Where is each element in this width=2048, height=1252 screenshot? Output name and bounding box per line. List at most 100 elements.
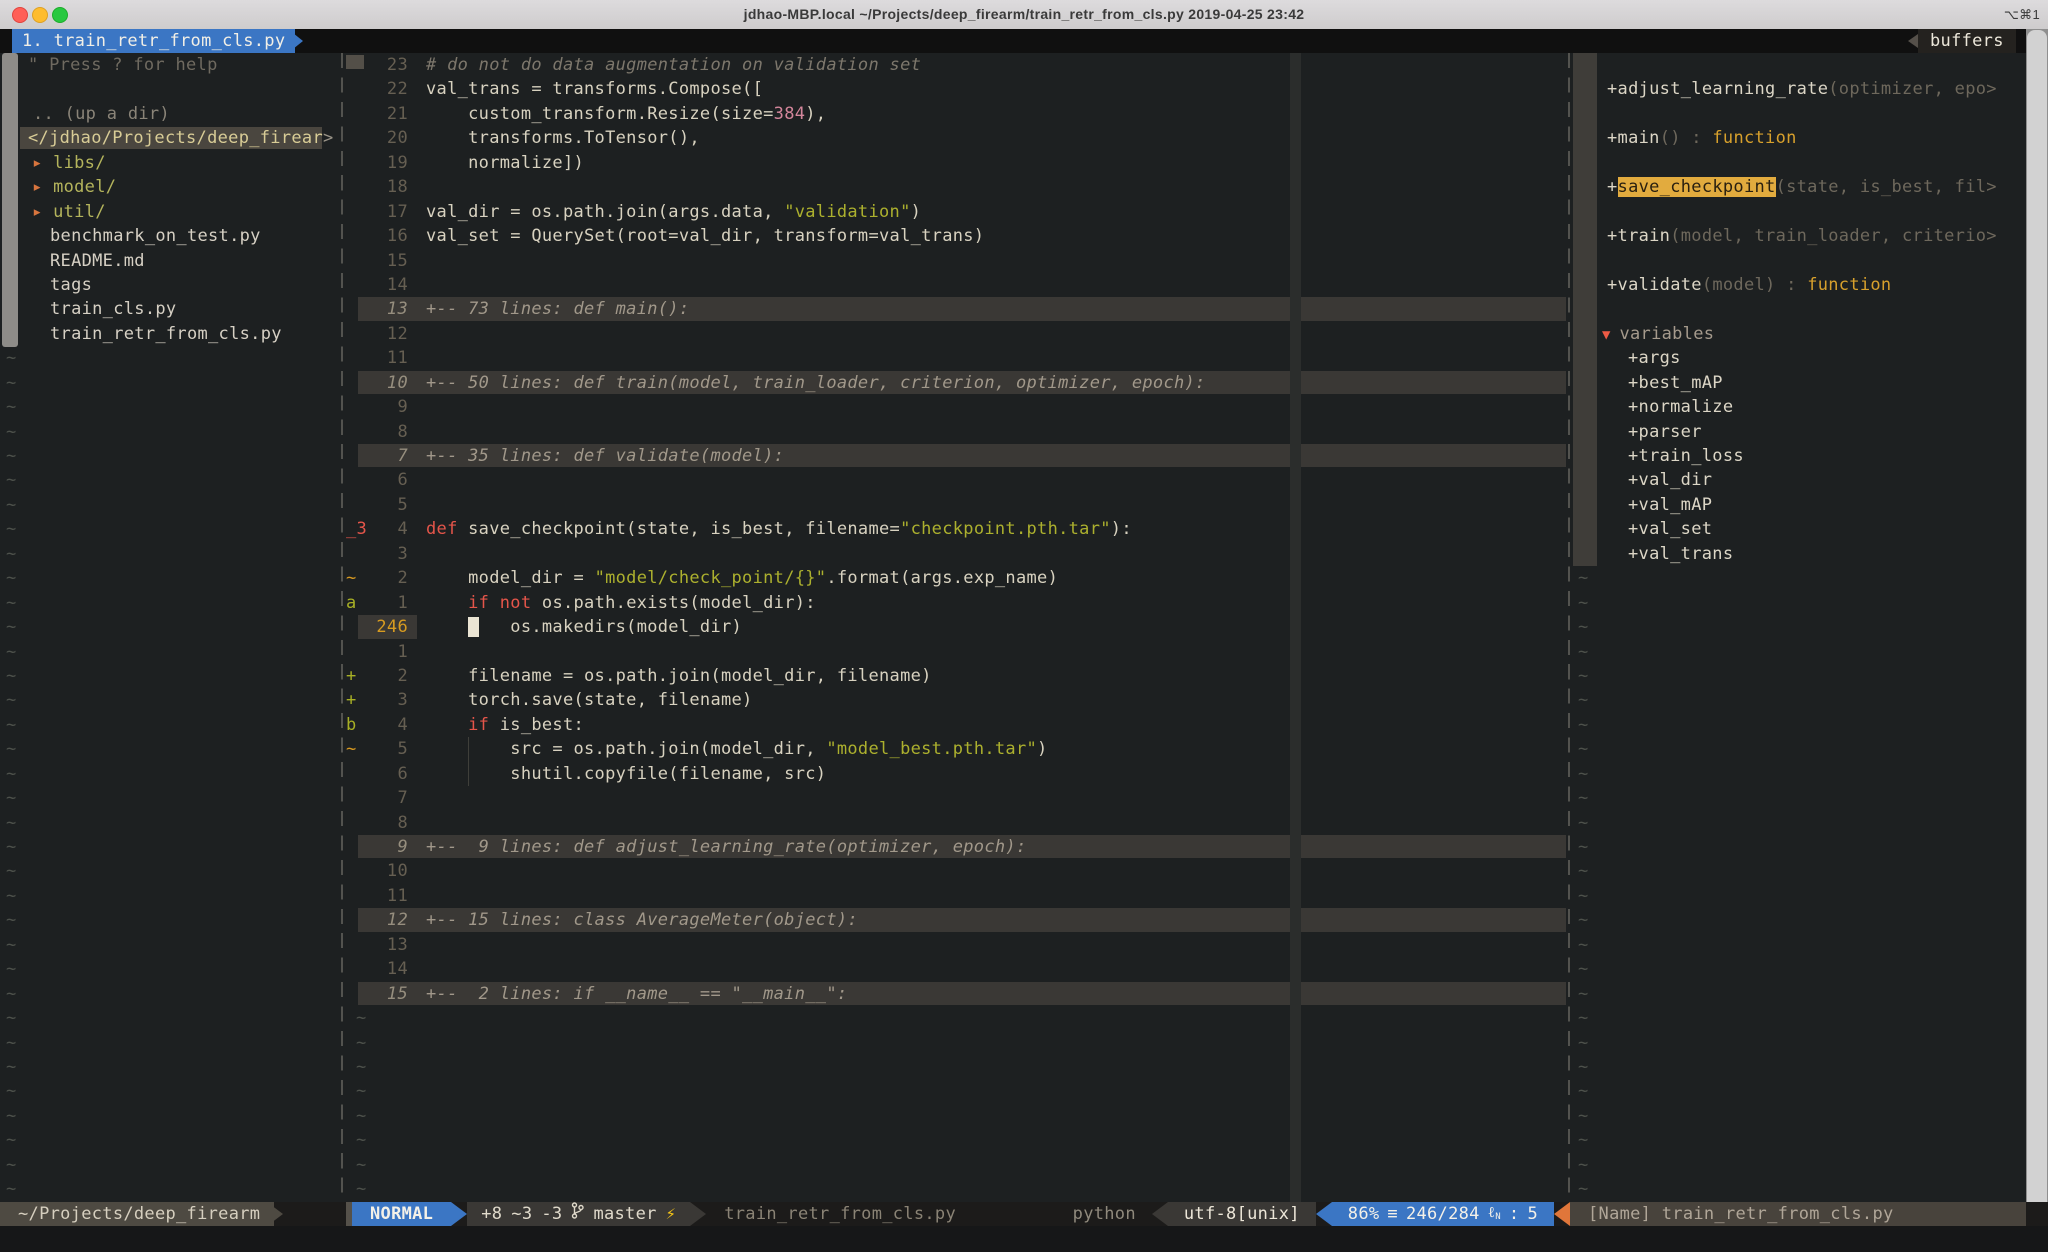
git-removed: -3 <box>541 1202 562 1226</box>
code-line[interactable]: 3 <box>340 542 1568 566</box>
code-line[interactable]: 18 <box>340 175 1568 199</box>
section-expanded-icon: ▼ <box>1602 327 1619 343</box>
code-line[interactable]: 9 <box>340 395 1568 419</box>
empty-line-tilde: ~ <box>0 640 341 664</box>
code-line[interactable]: +2 filename = os.path.join(model_dir, fi… <box>340 664 1568 688</box>
empty-line-tilde: ~ <box>1568 566 2048 590</box>
tag-variable-name: +parser <box>1628 422 1702 442</box>
tag-main[interactable]: +main() : function <box>1568 126 2048 150</box>
empty-line-tilde: ~ <box>0 371 341 395</box>
line-number: 9 <box>366 835 408 859</box>
fold-line[interactable]: 15+-- 2 lines: if __name__ == "__main__"… <box>340 982 1568 1006</box>
code-line[interactable]: 7 <box>340 786 1568 810</box>
tag-variable-name: +train_loss <box>1628 446 1744 466</box>
code-line[interactable]: 15 <box>340 249 1568 273</box>
fold-line[interactable]: 13+-- 73 lines: def main(): <box>340 297 1568 321</box>
code-line[interactable]: 22val_trans = transforms.Compose([ <box>340 77 1568 101</box>
code-line[interactable]: 21 custom_transform.Resize(size=384), <box>340 102 1568 126</box>
nerdtree-scrollbar[interactable] <box>2 53 18 347</box>
tag-function-name: train <box>1618 226 1671 246</box>
empty-line-tilde: ~ <box>0 713 341 737</box>
code-line[interactable]: +3 torch.save(state, filename) <box>340 688 1568 712</box>
tag-best_mAP[interactable]: +best_mAP <box>1568 371 2048 395</box>
empty-line-tilde: ~ <box>1568 1128 2048 1152</box>
code-line[interactable]: 17val_dir = os.path.join(args.data, "val… <box>340 200 1568 224</box>
fold-line[interactable]: 12+-- 15 lines: class AverageMeter(objec… <box>340 908 1568 932</box>
macos-titlebar: jdhao-MBP.local ~/Projects/deep_firearm/… <box>0 0 2048 30</box>
empty-line-tilde: ~ <box>0 835 341 859</box>
window-separator-right[interactable] <box>1568 53 1570 1202</box>
fold-line[interactable]: 10+-- 50 lines: def train(model, train_l… <box>340 371 1568 395</box>
code-line[interactable]: 14 <box>340 273 1568 297</box>
tag-train[interactable]: +train(model, train_loader, criterio> <box>1568 224 2048 248</box>
empty-line-tilde: ~ <box>340 1055 1568 1079</box>
code-line[interactable]: 6 <box>340 468 1568 492</box>
tag-val_mAP[interactable]: +val_mAP <box>1568 493 2048 517</box>
code-line[interactable]: 12 <box>340 322 1568 346</box>
code-line[interactable]: 10 <box>340 859 1568 883</box>
tree-item-util-[interactable]: ▸ util/ <box>0 200 341 224</box>
empty-line-tilde: ~ <box>340 1031 1568 1055</box>
window-separator-left[interactable] <box>341 53 343 1202</box>
code-line[interactable]: 8 <box>340 420 1568 444</box>
tree-item-train-retr-from-cls-py[interactable]: train_retr_from_cls.py <box>0 322 341 346</box>
code-line[interactable]: ~5 src = os.path.join(model_dir, "model_… <box>340 737 1568 761</box>
empty-line-tilde: ~ <box>1568 1177 2048 1201</box>
code-line[interactable]: 1 <box>340 640 1568 664</box>
code-line[interactable]: 11 <box>340 884 1568 908</box>
empty-line-tilde: ~ <box>1568 786 2048 810</box>
line-number: 246 <box>366 615 408 639</box>
right-scrollbar-thumb[interactable] <box>2027 30 2047 1228</box>
code-line[interactable]: b4 if is_best: <box>340 713 1568 737</box>
empty-line-tilde: ~ <box>1568 884 2048 908</box>
tree-item--up-a-dir-[interactable]: .. (up a dir) <box>0 102 341 126</box>
tag-val_trans[interactable]: +val_trans <box>1568 542 2048 566</box>
line-number: 12 <box>366 908 408 932</box>
tag-parser[interactable]: +parser <box>1568 420 2048 444</box>
code-line[interactable]: 6 shutil.copyfile(filename, src) <box>340 762 1568 786</box>
fold-line[interactable]: 7+-- 35 lines: def validate(model): <box>340 444 1568 468</box>
tag-args[interactable]: +args <box>1568 346 2048 370</box>
tag-val_dir[interactable]: +val_dir <box>1568 468 2048 492</box>
empty-line-tilde: ~ <box>0 444 341 468</box>
code-line[interactable]: ~2 model_dir = "model/check_point/{}".fo… <box>340 566 1568 590</box>
tagbar-scrollbar[interactable] <box>1573 53 1597 566</box>
code-line[interactable]: 11 <box>340 346 1568 370</box>
code-line[interactable]: 23# do not do data augmentation on valid… <box>340 53 1568 77</box>
code-line[interactable]: 5 <box>340 493 1568 517</box>
empty-line-tilde: ~ <box>1568 982 2048 1006</box>
fold-line[interactable]: 9+-- 9 lines: def adjust_learning_rate(o… <box>340 835 1568 859</box>
tree-item-benchmark-on-test-py[interactable]: benchmark_on_test.py <box>0 224 341 248</box>
tree-item--press-for-help[interactable]: " Press ? for help <box>0 53 341 77</box>
empty-line-tilde: ~ <box>0 786 341 810</box>
git-branch-icon <box>571 1202 584 1226</box>
tree-item--jdhao-projects-deep-firear[interactable]: </jdhao/Projects/deep_firear> <box>0 126 341 150</box>
empty-line-tilde: ~ <box>1568 1079 2048 1103</box>
cursor-line[interactable]: 246 os.makedirs(model_dir) <box>340 615 1568 639</box>
code-line[interactable]: _34def save_checkpoint(state, is_best, f… <box>340 517 1568 541</box>
tag-val_set[interactable]: +val_set <box>1568 517 2048 541</box>
tab-active[interactable]: 1. train_retr_from_cls.py <box>12 29 295 53</box>
tag-variables[interactable]: ▼ variables <box>1568 322 2048 346</box>
code-line[interactable]: 19 normalize]) <box>340 151 1568 175</box>
tag-normalize[interactable]: +normalize <box>1568 395 2048 419</box>
code-line[interactable]: 8 <box>340 811 1568 835</box>
code-line[interactable]: 14 <box>340 957 1568 981</box>
tree-item-libs-[interactable]: ▸ libs/ <box>0 151 341 175</box>
code-line[interactable]: 13 <box>340 933 1568 957</box>
tag-adjust_learning_rate[interactable]: +adjust_learning_rate(optimizer, epo> <box>1568 77 2048 101</box>
tree-item-tags[interactable]: tags <box>0 273 341 297</box>
code-line[interactable]: 20 transforms.ToTensor(), <box>340 126 1568 150</box>
code-line[interactable]: 16val_set = QuerySet(root=val_dir, trans… <box>340 224 1568 248</box>
tree-item-readme-md[interactable]: README.md <box>0 249 341 273</box>
command-line[interactable] <box>0 1226 2048 1252</box>
empty-line-tilde: ~ <box>0 884 341 908</box>
tree-item-train-cls-py[interactable]: train_cls.py <box>0 297 341 321</box>
code-line[interactable]: a1 if not os.path.exists(model_dir): <box>340 591 1568 615</box>
tag-save_checkpoint[interactable]: +save_checkpoint(state, is_best, fil> <box>1568 175 2048 199</box>
tag-variable-name: +val_trans <box>1628 544 1733 564</box>
tree-item-model-[interactable]: ▸ model/ <box>0 175 341 199</box>
tag-validate[interactable]: +validate(model) : function <box>1568 273 2048 297</box>
line-number: 22 <box>366 77 408 101</box>
tag-train_loss[interactable]: +train_loss <box>1568 444 2048 468</box>
